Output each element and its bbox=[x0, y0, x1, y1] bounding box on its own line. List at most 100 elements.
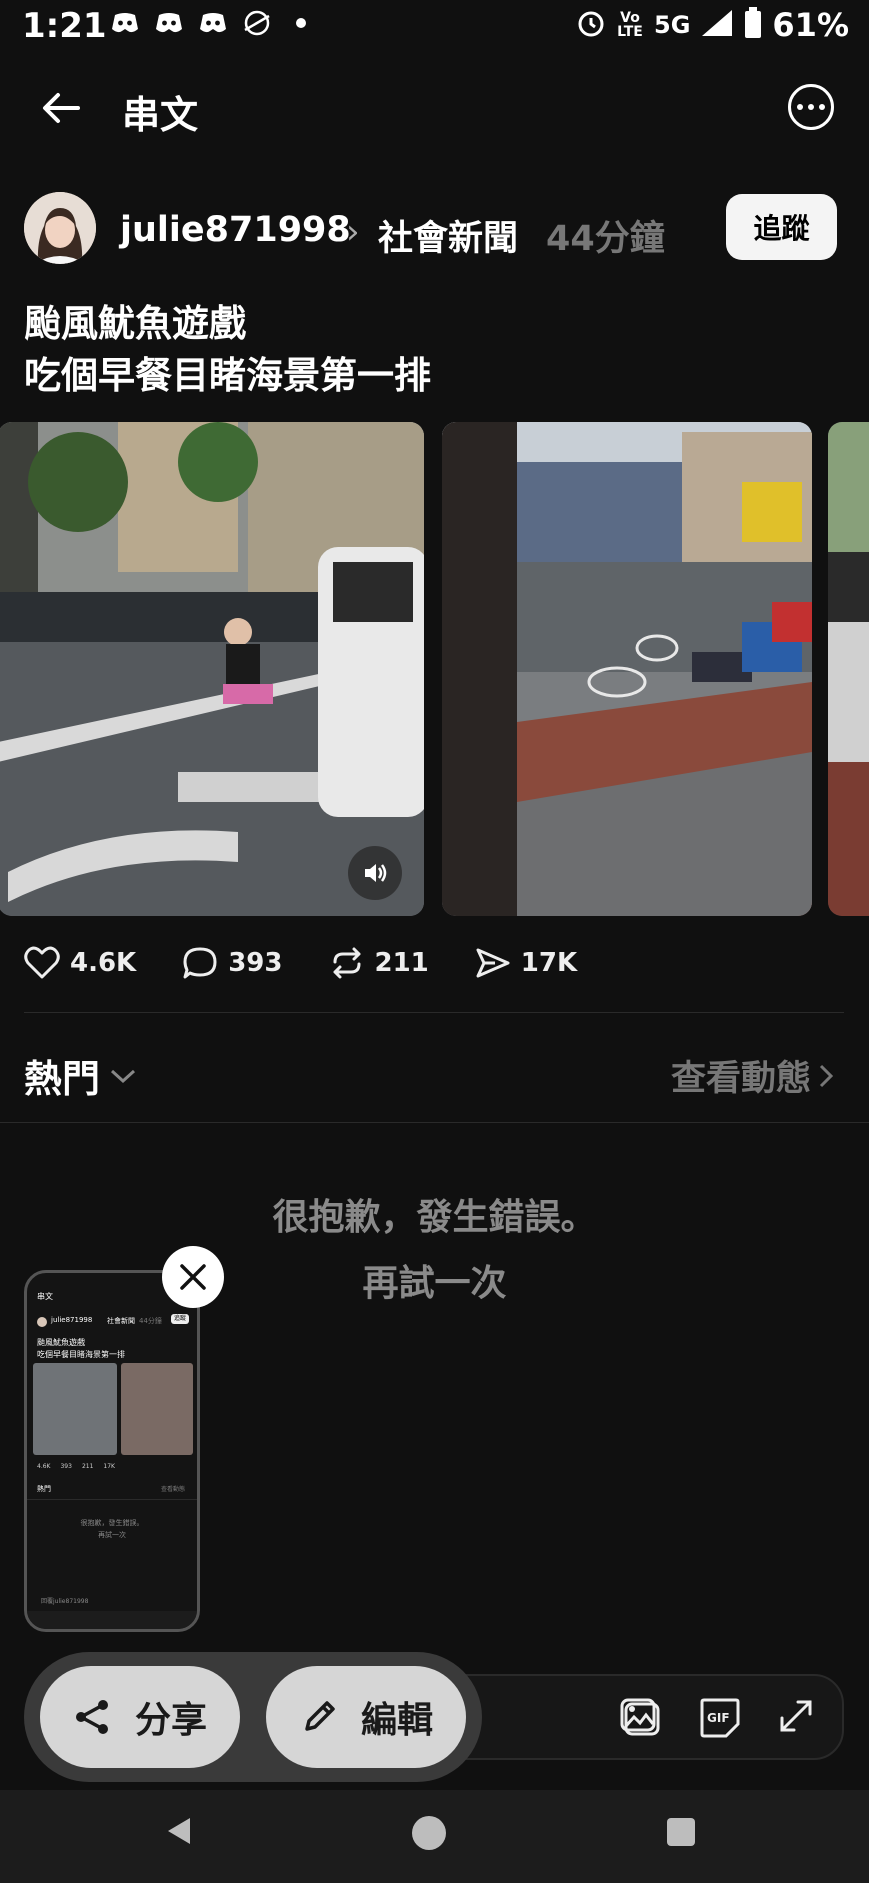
sort-dropdown[interactable]: 熱門 bbox=[24, 1048, 136, 1103]
system-status: Vo LTE 5G 61% bbox=[576, 6, 849, 44]
thumb-reposts: 211 bbox=[81, 1463, 94, 1470]
edit-label: 編輯 bbox=[360, 1700, 433, 1741]
thumb-likes: 4.6K bbox=[37, 1463, 51, 1470]
comment-count: 393 bbox=[228, 948, 283, 978]
gif-icon: GIF bbox=[700, 1698, 740, 1738]
edit-button[interactable]: 編輯 bbox=[266, 1666, 466, 1768]
thumb-title: 串文 bbox=[37, 1292, 53, 1301]
chevron-right-icon: › bbox=[346, 212, 360, 252]
post-video[interactable] bbox=[0, 422, 424, 916]
close-screenshot-button[interactable] bbox=[162, 1246, 224, 1308]
more-dot bbox=[797, 104, 803, 110]
volume-icon bbox=[365, 864, 387, 882]
view-activity-label: 查看動態 bbox=[670, 1059, 811, 1099]
back-button[interactable] bbox=[38, 84, 86, 132]
share-post-button[interactable]: 17K bbox=[475, 946, 577, 980]
thumb-retry: 再試一次 bbox=[98, 1531, 126, 1539]
discord-icon bbox=[108, 8, 142, 38]
nav-recents-button[interactable] bbox=[667, 1818, 695, 1846]
thumb-navbar bbox=[27, 1611, 197, 1629]
thumb-line2: 吃個早餐目睹海景第一排 bbox=[37, 1350, 125, 1359]
thumb-error: 很抱歉，發生錯誤。 bbox=[80, 1519, 144, 1527]
thumb-hot: 熱門 bbox=[37, 1485, 51, 1493]
post-image[interactable] bbox=[442, 422, 812, 916]
svg-text:GIF: GIF bbox=[707, 1711, 730, 1725]
alarm-icon bbox=[576, 8, 606, 42]
comment-icon bbox=[183, 947, 217, 979]
thumb-image bbox=[33, 1363, 117, 1455]
like-button[interactable]: 4.6K bbox=[24, 946, 136, 980]
topic-link[interactable]: 社會新聞 bbox=[378, 210, 518, 261]
signal-icon bbox=[700, 8, 734, 42]
thumb-shares: 17K bbox=[103, 1463, 115, 1470]
nasa-icon bbox=[240, 8, 274, 38]
thumb-username: julie871998 bbox=[51, 1316, 93, 1324]
close-icon bbox=[180, 1264, 206, 1290]
gif-button[interactable]: GIF bbox=[698, 1696, 742, 1744]
divider bbox=[0, 1122, 869, 1123]
thumb-line1: 颱風魷魚遊戲 bbox=[37, 1338, 85, 1347]
avatar[interactable] bbox=[24, 192, 96, 264]
share-icon bbox=[75, 1700, 108, 1734]
thumb-avatar bbox=[37, 1317, 47, 1327]
chevron-right-icon bbox=[819, 1064, 833, 1087]
network-type: 5G bbox=[654, 11, 691, 39]
share-label: 分享 bbox=[134, 1700, 207, 1741]
username-link[interactable]: julie871998 bbox=[120, 210, 351, 250]
pencil-icon bbox=[305, 1701, 335, 1731]
thumb-follow: 追蹤 bbox=[171, 1314, 189, 1324]
triangle-back-icon bbox=[168, 1818, 190, 1844]
send-icon bbox=[476, 948, 510, 978]
chevron-down-icon bbox=[111, 1069, 136, 1083]
post-timestamp: 44分鐘 bbox=[546, 219, 665, 259]
divider bbox=[24, 1012, 844, 1013]
volume-button[interactable] bbox=[348, 846, 402, 900]
error-message: 很抱歉，發生錯誤。 bbox=[272, 1197, 597, 1238]
more-dot bbox=[819, 104, 825, 110]
repost-button[interactable]: 211 bbox=[329, 946, 429, 980]
reply-tools: GIF bbox=[620, 1696, 816, 1744]
battery-percent: 61% bbox=[772, 6, 849, 44]
notification-icons bbox=[108, 8, 318, 38]
post-text-line: 吃個早餐目睹海景第一排 bbox=[24, 354, 431, 397]
share-count: 17K bbox=[520, 948, 578, 978]
discord-icon bbox=[152, 8, 186, 38]
image-icon bbox=[620, 1698, 660, 1736]
arrow-left-icon bbox=[43, 93, 80, 123]
more-dot bbox=[808, 104, 814, 110]
sort-label: 熱門 bbox=[24, 1057, 101, 1101]
repost-count: 211 bbox=[374, 948, 429, 978]
share-button[interactable]: 分享 bbox=[40, 1666, 240, 1768]
image-attach-button[interactable] bbox=[620, 1696, 664, 1744]
status-time: 1:21 bbox=[22, 6, 107, 46]
expand-icon bbox=[780, 1700, 812, 1732]
post-body: 颱風魷魚遊戲 吃個早餐目睹海景第一排 bbox=[24, 298, 431, 402]
expand-button[interactable] bbox=[776, 1696, 816, 1744]
thumb-divider bbox=[27, 1499, 197, 1500]
comment-button[interactable]: 393 bbox=[182, 946, 283, 980]
thumb-image bbox=[121, 1363, 193, 1455]
thumb-view: 查看動態 bbox=[160, 1486, 185, 1493]
post-actions: 4.6K 393 211 17K bbox=[24, 946, 623, 980]
thumb-topic: 社會新聞 bbox=[107, 1317, 135, 1325]
repost-icon bbox=[333, 947, 360, 979]
page-title: 串文 bbox=[122, 93, 199, 137]
discord-icon bbox=[196, 8, 230, 38]
battery-icon bbox=[744, 7, 762, 43]
thumb-reply: 回覆julie871998 bbox=[41, 1598, 89, 1605]
post-image[interactable] bbox=[828, 422, 869, 916]
dot-icon bbox=[284, 8, 318, 38]
follow-button[interactable]: 追蹤 bbox=[726, 194, 837, 260]
nav-home-button[interactable] bbox=[412, 1816, 446, 1850]
like-count: 4.6K bbox=[70, 948, 137, 978]
more-options-button[interactable] bbox=[788, 84, 834, 130]
thumb-stats: 4.6K 393 211 17K bbox=[37, 1463, 115, 1470]
view-activity-link[interactable]: 查看動態 bbox=[671, 1050, 833, 1101]
volte-icon: Vo LTE bbox=[617, 10, 643, 40]
screenshot-thumbnail[interactable]: 串文 julie871998 社會新聞 44分鐘 追蹤 颱風魷魚遊戲 吃個早餐目… bbox=[24, 1270, 200, 1632]
thumb-time: 44分鐘 bbox=[139, 1317, 162, 1325]
thumb-comments: 393 bbox=[60, 1463, 72, 1470]
nav-back-button[interactable] bbox=[162, 1814, 196, 1852]
heart-icon bbox=[24, 946, 60, 979]
post-text-line: 颱風魷魚遊戲 bbox=[24, 302, 246, 345]
